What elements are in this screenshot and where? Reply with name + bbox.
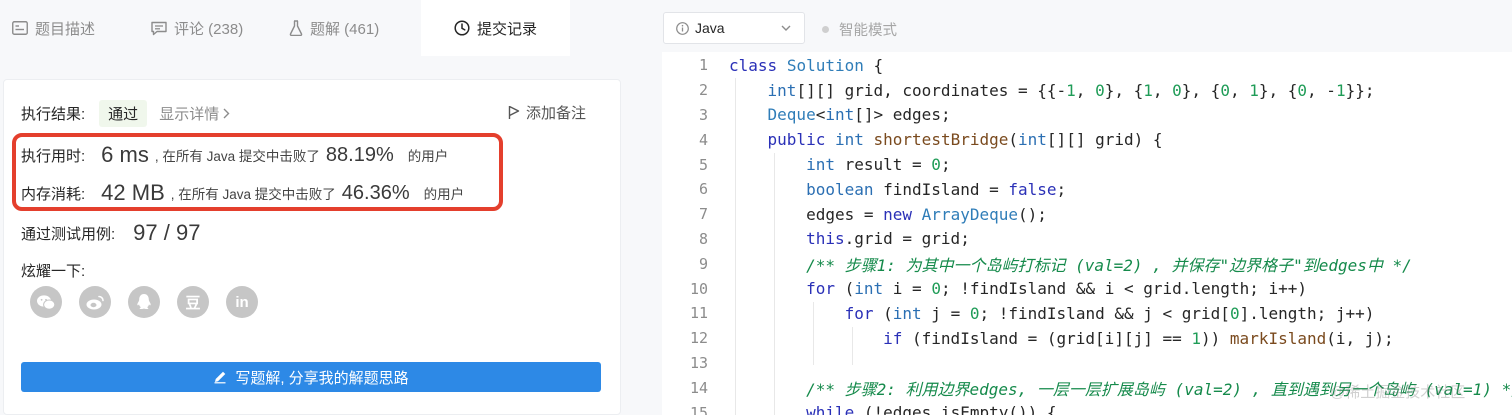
result-label: 执行结果:: [21, 105, 86, 123]
code-editor[interactable]: 1 class Solution { 2 int[][] grid, coord…: [662, 52, 1512, 415]
code-text: for (int i = 0; !findIsland && i < grid.…: [806, 279, 1307, 299]
line-number: 14: [689, 378, 708, 397]
wechat-icon[interactable]: [30, 286, 62, 318]
code-line: 12 if (findIsland = (grid[i][j] == 1)) m…: [662, 326, 1394, 351]
line-number: 2: [698, 81, 708, 100]
tab-bar: 题目描述 评论 (238) 题解 (461) 提交记录: [0, 0, 640, 56]
red-highlight-box: [12, 133, 503, 211]
code-line: 4 public int shortestBridge(int[][] grid…: [662, 127, 1163, 152]
code-text: while (!edges.isEmpty()) {: [806, 403, 1057, 415]
code-text: class Solution {: [729, 55, 884, 75]
watermark: @稀土掘金技术社区: [1330, 384, 1466, 401]
line-number: 13: [689, 353, 708, 372]
code-text: for (int j = 0; !findIsland && j < grid[…: [844, 303, 1375, 323]
code-text: this.grid = grid;: [806, 229, 970, 249]
douban-icon[interactable]: 豆: [177, 286, 209, 318]
language-label: Java: [695, 20, 725, 36]
line-number: 10: [689, 279, 708, 298]
left-panel: 题目描述 评论 (238) 题解 (461) 提交记录 执行结果: 通过 显示详…: [0, 0, 640, 415]
tab-submissions[interactable]: 提交记录: [421, 0, 570, 56]
share-label: 炫耀一下:: [21, 263, 86, 280]
code-line: 13: [662, 351, 708, 376]
weibo-icon[interactable]: [79, 286, 111, 318]
code-line: 11 for (int j = 0; !findIsland && j < gr…: [662, 301, 1375, 326]
smart-mode-toggle[interactable]: 智能模式: [822, 19, 897, 40]
show-details-label: 显示详情: [159, 105, 220, 123]
write-solution-button[interactable]: 写题解, 分享我的解题思路: [21, 362, 601, 392]
tab-comments[interactable]: 评论 (238): [141, 0, 289, 56]
qq-icon[interactable]: [128, 286, 160, 318]
code-text: int[][] grid, coordinates = {{-1, 0}, {1…: [767, 80, 1375, 100]
line-number: 6: [698, 180, 708, 199]
line-number: 3: [698, 105, 708, 124]
code-line: 9 /** 步骤1: 为其中一个岛屿打标记 (val=2) , 并保存"边界格子…: [662, 251, 1412, 276]
chevron-down-icon: [781, 25, 791, 31]
code-line: 7 edges = new ArrayDeque();: [662, 202, 1047, 227]
line-number: 1: [698, 56, 708, 75]
line-number: 7: [698, 205, 708, 224]
tests-label: 通过测试用例:: [21, 225, 116, 243]
line-number: 15: [689, 403, 708, 415]
flag-icon: [508, 105, 520, 119]
tab-label: 题解 (461): [310, 20, 380, 38]
smart-mode-label: 智能模式: [839, 23, 897, 39]
line-number: 12: [689, 329, 708, 348]
code-line: 8 this.grid = grid;: [662, 227, 970, 252]
code-line: 5 int result = 0;: [662, 152, 951, 177]
code-text: Deque<int[]> edges;: [767, 105, 951, 125]
tests-value: 97 / 97: [133, 220, 201, 245]
code-line: 2 int[][] grid, coordinates = {{-1, 0}, …: [662, 78, 1375, 103]
code-line: 3 Deque<int[]> edges;: [662, 103, 951, 128]
code-text: if (findIsland = (grid[i][j] == 1)) mark…: [883, 328, 1394, 348]
tab-solutions[interactable]: 题解 (461): [289, 0, 421, 56]
flask-icon: [289, 20, 303, 36]
line-number: 5: [698, 155, 708, 174]
line-number: 9: [698, 254, 708, 273]
code-text: boolean findIsland = false;: [806, 179, 1067, 199]
add-note-label: 添加备注: [526, 105, 587, 122]
code-text: edges = new ArrayDeque();: [729, 204, 1047, 224]
language-select[interactable]: Java: [663, 12, 805, 44]
code-text: public int shortestBridge(int[][] grid) …: [767, 130, 1163, 150]
description-icon: [12, 21, 28, 35]
result-row: 执行结果: 通过 显示详情: [21, 99, 230, 127]
code-text: /** 步骤1: 为其中一个岛屿打标记 (val=2) , 并保存"边界格子"到…: [729, 255, 1412, 275]
panel-divider[interactable]: [640, 0, 662, 415]
info-icon: [676, 21, 689, 35]
code-line: 1 class Solution {: [662, 53, 883, 78]
comment-icon: [151, 21, 167, 35]
code-line: 10 for (int i = 0; !findIsland && i < gr…: [662, 276, 1307, 301]
share-icon-row: 豆 in: [30, 286, 258, 318]
show-details-link[interactable]: 显示详情: [159, 103, 230, 124]
pencil-icon: [214, 371, 226, 384]
editor-toolbar: Java 智能模式: [662, 0, 1512, 52]
write-solution-label: 写题解, 分享我的解题思路: [235, 369, 409, 387]
code-line: 6 boolean findIsland = false;: [662, 177, 1066, 202]
chevron-right-icon: [223, 108, 230, 118]
clock-icon: [454, 20, 470, 36]
tab-label: 提交记录: [476, 20, 537, 38]
line-number: 8: [698, 229, 708, 248]
editor-panel: Java 智能模式 1 class Solution { 2 int[][] g…: [662, 0, 1512, 415]
tab-label: 题目描述: [35, 20, 96, 38]
tests-row: 通过测试用例: 97 / 97: [21, 218, 200, 248]
tab-description[interactable]: 题目描述: [0, 0, 141, 56]
smart-mode-dot: [822, 26, 829, 33]
code-line: 14 /** 步骤2: 利用边界edges, 一层一层扩展岛屿 (val=2) …: [662, 375, 1512, 400]
code-text: int result = 0;: [806, 155, 951, 175]
code-line: 15 while (!edges.isEmpty()) {: [662, 400, 1057, 415]
linkedin-icon[interactable]: in: [226, 286, 258, 318]
tab-label: 评论 (238): [174, 20, 244, 38]
status-badge: 通过: [99, 99, 148, 127]
add-note-button[interactable]: 添加备注: [508, 102, 586, 123]
line-number: 11: [689, 304, 708, 323]
line-number: 4: [698, 130, 708, 149]
